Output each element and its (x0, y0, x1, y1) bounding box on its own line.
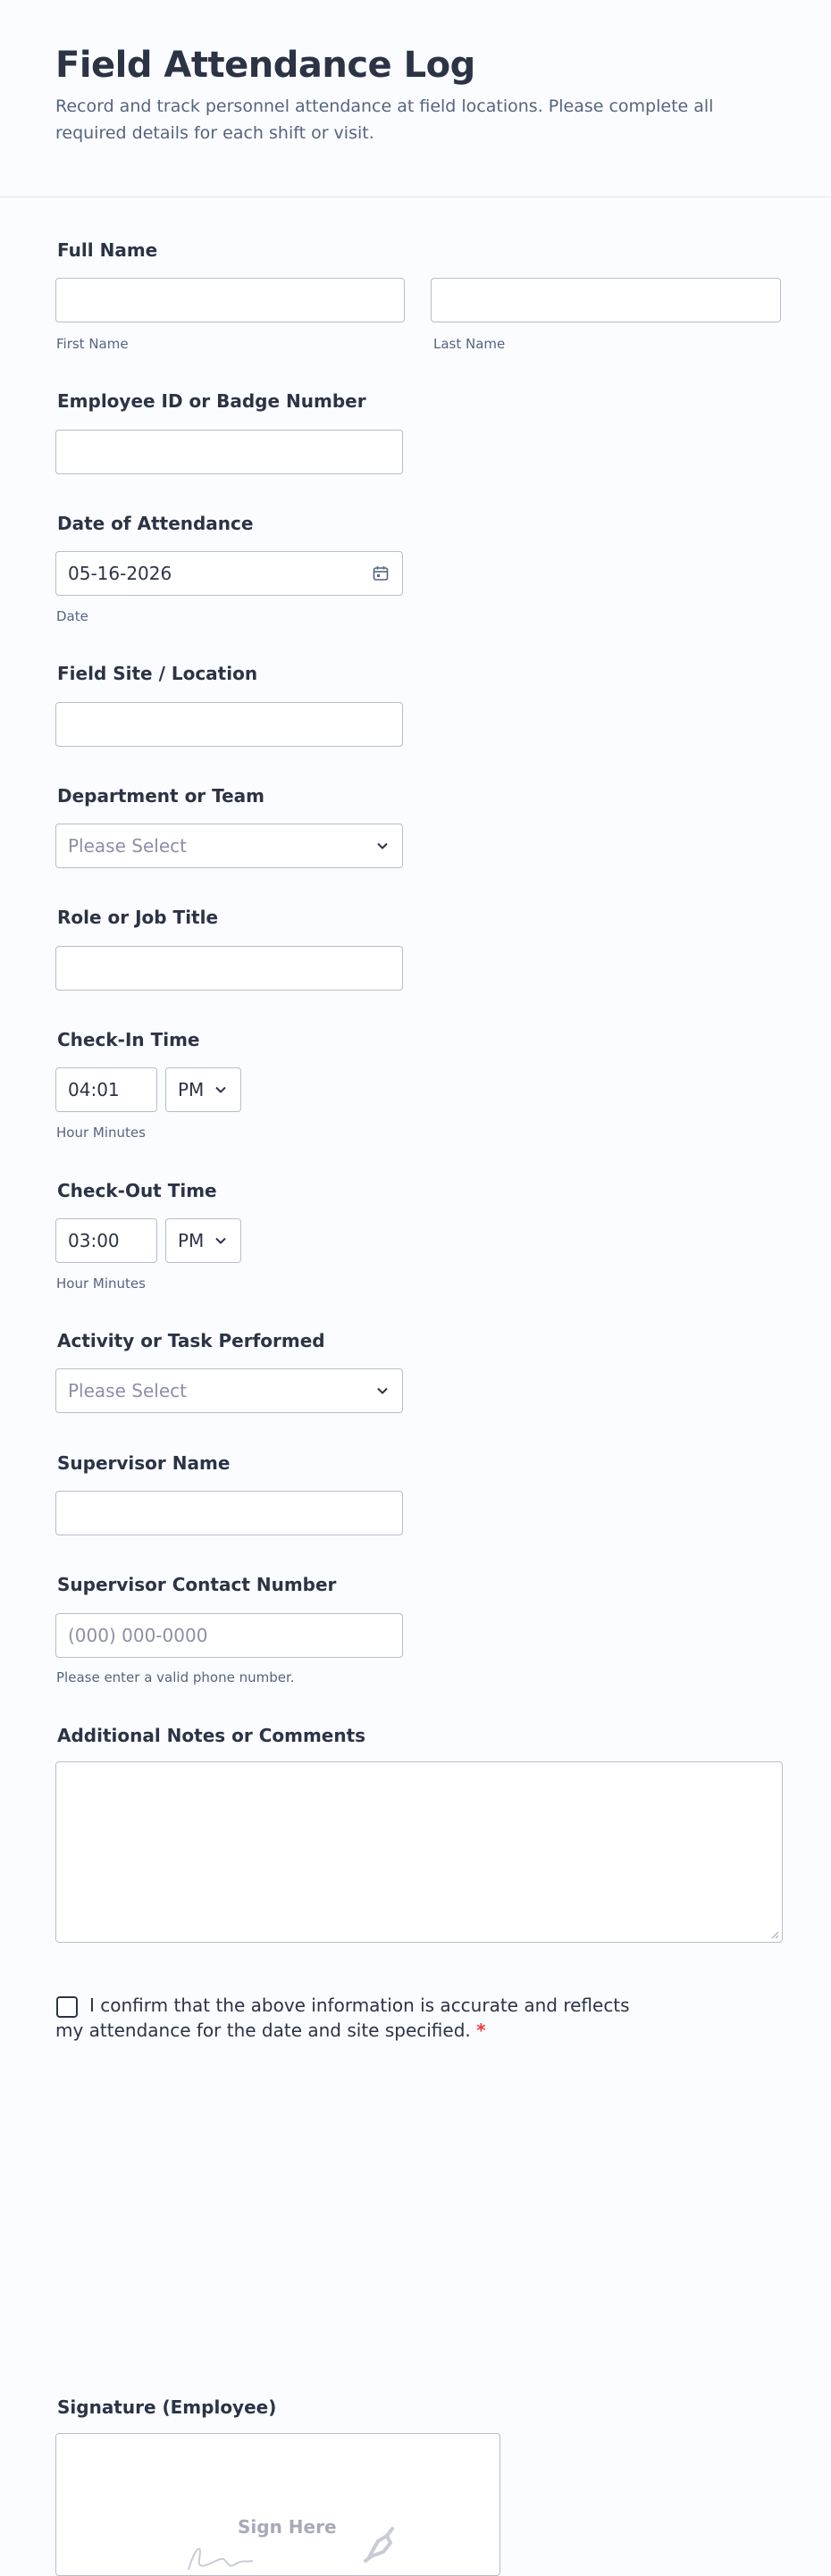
page-title: Field Attendance Log (55, 45, 475, 86)
page-subtitle: Record and track personnel attendance at… (55, 96, 714, 143)
department-select[interactable]: Please Select (55, 824, 403, 868)
date-input[interactable]: 05-16-2026 (55, 551, 403, 596)
required-mark: * (476, 2020, 486, 2041)
check-in-label: Check-In Time (57, 1029, 200, 1050)
calendar-icon[interactable] (372, 565, 390, 582)
chevron-down-icon (215, 1237, 226, 1244)
role-input[interactable] (55, 946, 403, 991)
resize-handle-icon[interactable] (770, 1930, 779, 1939)
department-placeholder: Please Select (68, 835, 187, 857)
form-header: Field Attendance Log Record and track pe… (0, 0, 831, 197)
check-in-time-input[interactable]: 04:01 (55, 1067, 157, 1112)
confirm-text: I confirm that the above information is … (55, 1993, 645, 2043)
full-name-label: Full Name (57, 239, 158, 261)
signature-pad[interactable]: Sign Here (55, 2433, 500, 2576)
signature-scribble-icon (188, 2547, 254, 2571)
supervisor-contact-input[interactable]: (000) 000-0000 (55, 1613, 403, 1658)
first-name-input[interactable] (55, 278, 405, 322)
first-name-sublabel: First Name (56, 336, 129, 352)
employee-id-label: Employee ID or Badge Number (57, 390, 366, 412)
supervisor-contact-placeholder: (000) 000-0000 (68, 1625, 208, 1646)
signature-label: Signature (Employee) (57, 2396, 277, 2418)
check-in-ampm-value: PM (178, 1079, 205, 1100)
check-out-ampm-select[interactable]: PM (165, 1218, 241, 1263)
check-out-label: Check-Out Time (57, 1180, 217, 1201)
last-name-sublabel: Last Name (433, 336, 506, 352)
check-out-sublabel: Hour Minutes (56, 1275, 146, 1292)
supervisor-name-label: Supervisor Name (57, 1452, 231, 1474)
notes-label: Additional Notes or Comments (57, 1725, 366, 1746)
supervisor-name-input[interactable] (55, 1491, 403, 1535)
check-in-sublabel: Hour Minutes (56, 1125, 146, 1141)
site-input[interactable] (55, 702, 403, 747)
role-label: Role or Job Title (57, 907, 219, 928)
confirm-label: I confirm that the above information is … (55, 1995, 630, 2041)
date-sublabel: Date (56, 608, 88, 624)
notes-textarea[interactable] (55, 1761, 783, 1943)
activity-placeholder: Please Select (68, 1380, 187, 1401)
check-out-time-input[interactable]: 03:00 (55, 1218, 157, 1263)
date-label: Date of Attendance (57, 513, 254, 534)
date-value: 05-16-2026 (68, 563, 172, 584)
chevron-down-icon (377, 842, 388, 849)
employee-id-input[interactable] (55, 430, 403, 474)
department-label: Department or Team (57, 785, 265, 807)
check-out-ampm-value: PM (178, 1230, 205, 1251)
check-in-ampm-select[interactable]: PM (165, 1067, 241, 1112)
activity-label: Activity or Task Performed (57, 1330, 325, 1351)
site-label: Field Site / Location (57, 663, 258, 684)
chevron-down-icon (377, 1387, 388, 1394)
pen-icon (364, 2527, 394, 2563)
last-name-input[interactable] (431, 278, 781, 322)
supervisor-contact-label: Supervisor Contact Number (57, 1574, 337, 1595)
activity-select[interactable]: Please Select (55, 1368, 403, 1413)
supervisor-contact-sublabel: Please enter a valid phone number. (56, 1669, 295, 1685)
chevron-down-icon (215, 1086, 226, 1093)
